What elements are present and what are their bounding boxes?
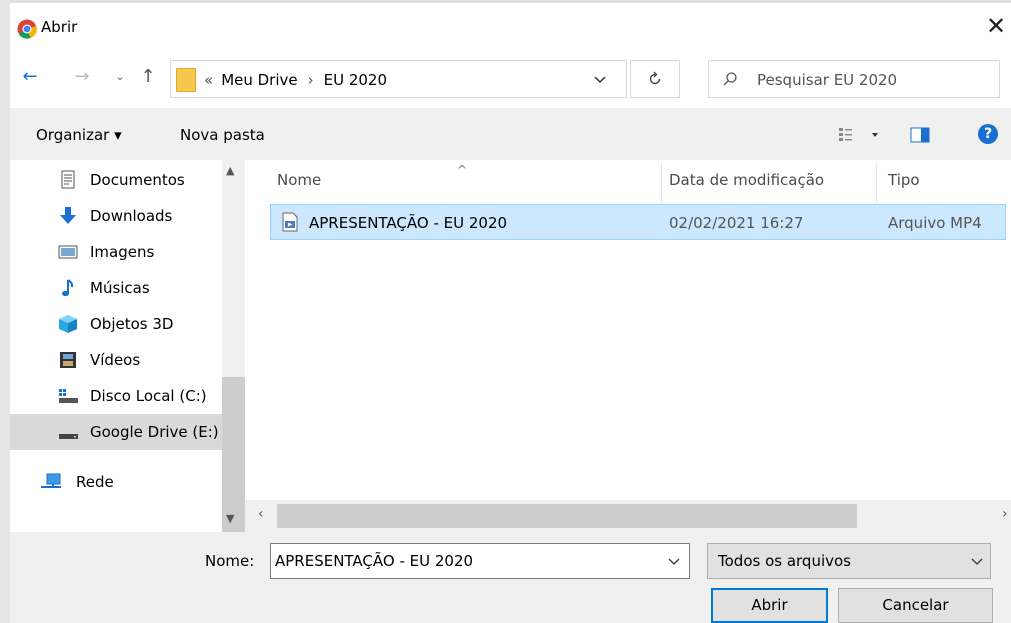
sidebar-item-label: Google Drive (E:) (90, 423, 219, 441)
sidebar-item-disco-local[interactable]: Disco Local (C:) (10, 378, 222, 414)
drive-icon (59, 434, 78, 439)
scroll-right-icon[interactable]: › (1002, 506, 1008, 522)
search-icon (723, 72, 737, 86)
window-title: Abrir (41, 18, 78, 36)
sidebar-item-label: Imagens (90, 243, 155, 261)
sidebar-item-objetos-3d[interactable]: Objetos 3D (10, 306, 222, 342)
open-button[interactable]: Abrir (711, 588, 828, 623)
cube-icon (59, 315, 77, 333)
column-header-type[interactable]: Tipo (888, 171, 920, 189)
sidebar-item-google-drive[interactable]: Google Drive (E:) (10, 414, 222, 450)
breadcrumb-overflow[interactable]: « (204, 71, 213, 89)
preview-pane-icon[interactable] (910, 126, 930, 144)
address-dropdown-chevron-icon[interactable] (592, 71, 608, 87)
download-arrow-icon (60, 207, 76, 224)
refresh-icon (649, 71, 661, 85)
file-type-filter-value: Todos os arquivos (718, 552, 851, 570)
column-header-date[interactable]: Data de modificação (669, 171, 824, 189)
sidebar-item-downloads[interactable]: Downloads (10, 198, 222, 234)
video-file-icon (282, 212, 298, 232)
file-name-input[interactable]: APRESENTAÇÃO - EU 2020 (270, 543, 690, 579)
new-folder-button[interactable]: Nova pasta (180, 126, 265, 144)
help-icon[interactable]: ? (978, 124, 998, 144)
chrome-icon (17, 19, 37, 39)
up-arrow-icon[interactable]: ↑ (136, 62, 160, 92)
search-placeholder: Pesquisar EU 2020 (757, 71, 898, 89)
sidebar-item-label: Rede (76, 473, 114, 491)
horizontal-scrollbar-thumb[interactable] (277, 504, 857, 528)
sidebar-scroll-down-icon[interactable]: ▼ (226, 512, 234, 525)
file-name-cell: APRESENTAÇÃO - EU 2020 (309, 214, 508, 232)
sidebar-item-rede[interactable]: Rede (10, 464, 222, 500)
sidebar-item-label: Vídeos (90, 351, 141, 369)
view-options-icon[interactable] (838, 126, 884, 144)
pictures-icon (58, 245, 78, 259)
sidebar-item-label: Downloads (90, 207, 173, 225)
sidebar-item-label: Objetos 3D (90, 315, 174, 333)
refresh-button[interactable] (630, 60, 680, 98)
file-type-filter-select[interactable]: Todos os arquivos (707, 543, 991, 579)
column-divider[interactable] (661, 163, 662, 203)
document-icon (61, 170, 75, 189)
sidebar-item-documentos[interactable]: Documentos (10, 162, 222, 198)
local-disk-icon (59, 389, 78, 403)
back-arrow-icon[interactable]: ← (16, 62, 44, 92)
breadcrumb-separator-icon[interactable]: › (308, 71, 314, 89)
scroll-left-icon[interactable]: ‹ (258, 506, 264, 522)
chevron-down-icon[interactable] (970, 556, 984, 568)
file-name-label: Nome: (205, 552, 255, 570)
sidebar-scroll-up-icon[interactable]: ▲ (226, 164, 234, 177)
breadcrumb: « Meu Drive › EU 2020 (204, 71, 387, 89)
recent-locations-chevron-icon[interactable]: ⌄ (112, 62, 128, 92)
sidebar-scrollbar-thumb[interactable] (222, 377, 245, 532)
file-type-cell: Arquivo MP4 (888, 214, 982, 232)
sidebar-item-imagens[interactable]: Imagens (10, 234, 222, 270)
sidebar-item-label: Músicas (90, 279, 150, 297)
folder-icon (176, 68, 196, 92)
music-note-icon (62, 279, 74, 297)
window-left-strip (0, 0, 10, 623)
forward-arrow-icon[interactable]: → (68, 62, 96, 92)
file-name-value: APRESENTAÇÃO - EU 2020 (275, 552, 474, 570)
breadcrumb-current-folder[interactable]: EU 2020 (324, 71, 387, 89)
organize-button[interactable]: Organizar ▾ (36, 126, 122, 144)
title-bar (10, 3, 1011, 53)
sidebar-item-label: Disco Local (C:) (90, 387, 207, 405)
chevron-down-icon[interactable] (667, 556, 681, 568)
column-header-name[interactable]: Nome (277, 171, 321, 189)
cancel-button[interactable]: Cancelar (838, 588, 993, 623)
sort-ascending-icon: ^ (457, 163, 468, 177)
network-icon (41, 473, 61, 488)
film-icon (60, 352, 76, 368)
close-icon[interactable]: ✕ (983, 11, 1009, 41)
breadcrumb-meu-drive[interactable]: Meu Drive (221, 71, 297, 89)
sidebar-item-videos[interactable]: Vídeos (10, 342, 222, 378)
sidebar-item-label: Documentos (90, 171, 185, 189)
file-date-cell: 02/02/2021 16:27 (669, 214, 804, 232)
sidebar-item-musicas[interactable]: Músicas (10, 270, 222, 306)
column-divider[interactable] (876, 163, 877, 203)
